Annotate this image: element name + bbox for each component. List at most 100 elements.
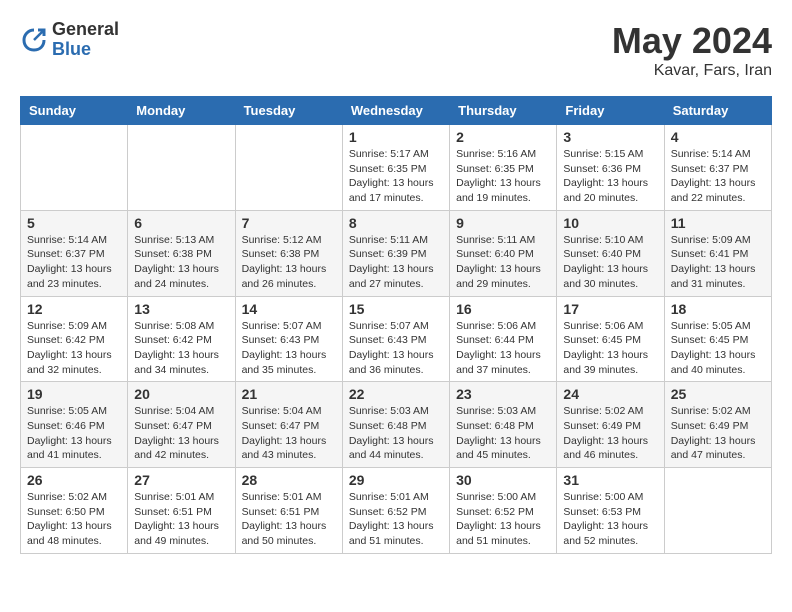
calendar-cell: 2 Sunrise: 5:16 AM Sunset: 6:35 PM Daylig… <box>450 125 557 211</box>
calendar-cell: 18 Sunrise: 5:05 AM Sunset: 6:45 PM Dayli… <box>664 296 771 382</box>
day-number: 4 <box>671 129 765 145</box>
calendar-cell: 22 Sunrise: 5:03 AM Sunset: 6:48 PM Dayli… <box>342 382 449 468</box>
logo-icon <box>20 26 48 54</box>
day-info: Sunrise: 5:01 AM Sunset: 6:51 PM Dayligh… <box>242 490 336 549</box>
day-info: Sunrise: 5:09 AM Sunset: 6:41 PM Dayligh… <box>671 233 765 292</box>
calendar-cell: 5 Sunrise: 5:14 AM Sunset: 6:37 PM Daylig… <box>21 210 128 296</box>
day-info: Sunrise: 5:05 AM Sunset: 6:45 PM Dayligh… <box>671 319 765 378</box>
day-number: 25 <box>671 386 765 402</box>
day-info: Sunrise: 5:00 AM Sunset: 6:53 PM Dayligh… <box>563 490 657 549</box>
header-day-tuesday: Tuesday <box>235 97 342 125</box>
calendar-cell: 19 Sunrise: 5:05 AM Sunset: 6:46 PM Dayli… <box>21 382 128 468</box>
calendar-cell <box>128 125 235 211</box>
day-number: 29 <box>349 472 443 488</box>
calendar-cell: 21 Sunrise: 5:04 AM Sunset: 6:47 PM Dayli… <box>235 382 342 468</box>
day-info: Sunrise: 5:03 AM Sunset: 6:48 PM Dayligh… <box>349 404 443 463</box>
day-info: Sunrise: 5:15 AM Sunset: 6:36 PM Dayligh… <box>563 147 657 206</box>
calendar-cell: 28 Sunrise: 5:01 AM Sunset: 6:51 PM Dayli… <box>235 468 342 554</box>
day-number: 13 <box>134 301 228 317</box>
calendar-cell: 17Sunrise: 5:06 AM Sunset: 6:45 PM Dayli… <box>557 296 664 382</box>
day-number: 7 <box>242 215 336 231</box>
title-block: May 2024 Kavar, Fars, Iran <box>612 20 772 80</box>
day-number: 20 <box>134 386 228 402</box>
calendar-cell: 11 Sunrise: 5:09 AM Sunset: 6:41 PM Dayli… <box>664 210 771 296</box>
calendar-cell: 24 Sunrise: 5:02 AM Sunset: 6:49 PM Dayli… <box>557 382 664 468</box>
calendar-cell: 29 Sunrise: 5:01 AM Sunset: 6:52 PM Dayli… <box>342 468 449 554</box>
calendar-cell: 20 Sunrise: 5:04 AM Sunset: 6:47 PM Dayli… <box>128 382 235 468</box>
calendar-cell: 12Sunrise: 5:09 AM Sunset: 6:42 PM Dayli… <box>21 296 128 382</box>
day-number: 21 <box>242 386 336 402</box>
day-number: 6 <box>134 215 228 231</box>
day-number: 22 <box>349 386 443 402</box>
day-number: 28 <box>242 472 336 488</box>
month-title: May 2024 <box>612 20 772 62</box>
day-info: Sunrise: 5:11 AM Sunset: 6:40 PM Dayligh… <box>456 233 550 292</box>
calendar-cell: 8Sunrise: 5:11 AM Sunset: 6:39 PM Daylig… <box>342 210 449 296</box>
header-day-sunday: Sunday <box>21 97 128 125</box>
calendar-cell: 16Sunrise: 5:06 AM Sunset: 6:44 PM Dayli… <box>450 296 557 382</box>
calendar-cell: 13 Sunrise: 5:08 AM Sunset: 6:42 PM Dayli… <box>128 296 235 382</box>
day-info: Sunrise: 5:11 AM Sunset: 6:39 PM Dayligh… <box>349 233 443 292</box>
header-day-friday: Friday <box>557 97 664 125</box>
day-number: 1 <box>349 129 443 145</box>
day-info: Sunrise: 5:04 AM Sunset: 6:47 PM Dayligh… <box>134 404 228 463</box>
calendar-cell: 7 Sunrise: 5:12 AM Sunset: 6:38 PM Daylig… <box>235 210 342 296</box>
day-info: Sunrise: 5:01 AM Sunset: 6:52 PM Dayligh… <box>349 490 443 549</box>
calendar-header: SundayMondayTuesdayWednesdayThursdayFrid… <box>21 97 772 125</box>
calendar-week-5: 26Sunrise: 5:02 AM Sunset: 6:50 PM Dayli… <box>21 468 772 554</box>
day-info: Sunrise: 5:02 AM Sunset: 6:49 PM Dayligh… <box>671 404 765 463</box>
calendar-cell <box>664 468 771 554</box>
day-number: 2 <box>456 129 550 145</box>
calendar-cell: 27 Sunrise: 5:01 AM Sunset: 6:51 PM Dayli… <box>128 468 235 554</box>
logo-text: General Blue <box>52 20 119 60</box>
logo: General Blue <box>20 20 119 60</box>
day-info: Sunrise: 5:06 AM Sunset: 6:44 PM Dayligh… <box>456 319 550 378</box>
day-number: 19 <box>27 386 121 402</box>
day-info: Sunrise: 5:00 AM Sunset: 6:52 PM Dayligh… <box>456 490 550 549</box>
calendar-cell: 3Sunrise: 5:15 AM Sunset: 6:36 PM Daylig… <box>557 125 664 211</box>
day-number: 31 <box>563 472 657 488</box>
calendar-week-1: 1Sunrise: 5:17 AM Sunset: 6:35 PM Daylig… <box>21 125 772 211</box>
day-info: Sunrise: 5:07 AM Sunset: 6:43 PM Dayligh… <box>242 319 336 378</box>
calendar-cell: 25 Sunrise: 5:02 AM Sunset: 6:49 PM Dayli… <box>664 382 771 468</box>
day-info: Sunrise: 5:13 AM Sunset: 6:38 PM Dayligh… <box>134 233 228 292</box>
header-day-monday: Monday <box>128 97 235 125</box>
day-info: Sunrise: 5:05 AM Sunset: 6:46 PM Dayligh… <box>27 404 121 463</box>
day-info: Sunrise: 5:04 AM Sunset: 6:47 PM Dayligh… <box>242 404 336 463</box>
day-info: Sunrise: 5:09 AM Sunset: 6:42 PM Dayligh… <box>27 319 121 378</box>
day-info: Sunrise: 5:10 AM Sunset: 6:40 PM Dayligh… <box>563 233 657 292</box>
day-info: Sunrise: 5:02 AM Sunset: 6:49 PM Dayligh… <box>563 404 657 463</box>
calendar-cell: 26Sunrise: 5:02 AM Sunset: 6:50 PM Dayli… <box>21 468 128 554</box>
calendar-cell: 31 Sunrise: 5:00 AM Sunset: 6:53 PM Dayli… <box>557 468 664 554</box>
day-number: 18 <box>671 301 765 317</box>
day-number: 14 <box>242 301 336 317</box>
day-number: 11 <box>671 215 765 231</box>
day-number: 17 <box>563 301 657 317</box>
calendar-cell <box>235 125 342 211</box>
day-info: Sunrise: 5:16 AM Sunset: 6:35 PM Dayligh… <box>456 147 550 206</box>
calendar-cell: 23Sunrise: 5:03 AM Sunset: 6:48 PM Dayli… <box>450 382 557 468</box>
day-info: Sunrise: 5:12 AM Sunset: 6:38 PM Dayligh… <box>242 233 336 292</box>
calendar-cell: 4Sunrise: 5:14 AM Sunset: 6:37 PM Daylig… <box>664 125 771 211</box>
day-number: 10 <box>563 215 657 231</box>
calendar-cell: 9Sunrise: 5:11 AM Sunset: 6:40 PM Daylig… <box>450 210 557 296</box>
day-info: Sunrise: 5:01 AM Sunset: 6:51 PM Dayligh… <box>134 490 228 549</box>
calendar-cell: 14 Sunrise: 5:07 AM Sunset: 6:43 PM Dayli… <box>235 296 342 382</box>
header-day-saturday: Saturday <box>664 97 771 125</box>
day-number: 30 <box>456 472 550 488</box>
calendar-cell <box>21 125 128 211</box>
day-info: Sunrise: 5:07 AM Sunset: 6:43 PM Dayligh… <box>349 319 443 378</box>
day-info: Sunrise: 5:03 AM Sunset: 6:48 PM Dayligh… <box>456 404 550 463</box>
calendar-body: 1Sunrise: 5:17 AM Sunset: 6:35 PM Daylig… <box>21 125 772 554</box>
day-info: Sunrise: 5:14 AM Sunset: 6:37 PM Dayligh… <box>27 233 121 292</box>
header-day-wednesday: Wednesday <box>342 97 449 125</box>
day-number: 26 <box>27 472 121 488</box>
calendar-cell: 30 Sunrise: 5:00 AM Sunset: 6:52 PM Dayli… <box>450 468 557 554</box>
location: Kavar, Fars, Iran <box>612 62 772 80</box>
day-number: 5 <box>27 215 121 231</box>
day-info: Sunrise: 5:08 AM Sunset: 6:42 PM Dayligh… <box>134 319 228 378</box>
day-number: 24 <box>563 386 657 402</box>
day-number: 27 <box>134 472 228 488</box>
calendar-week-4: 19 Sunrise: 5:05 AM Sunset: 6:46 PM Dayli… <box>21 382 772 468</box>
header-row: SundayMondayTuesdayWednesdayThursdayFrid… <box>21 97 772 125</box>
